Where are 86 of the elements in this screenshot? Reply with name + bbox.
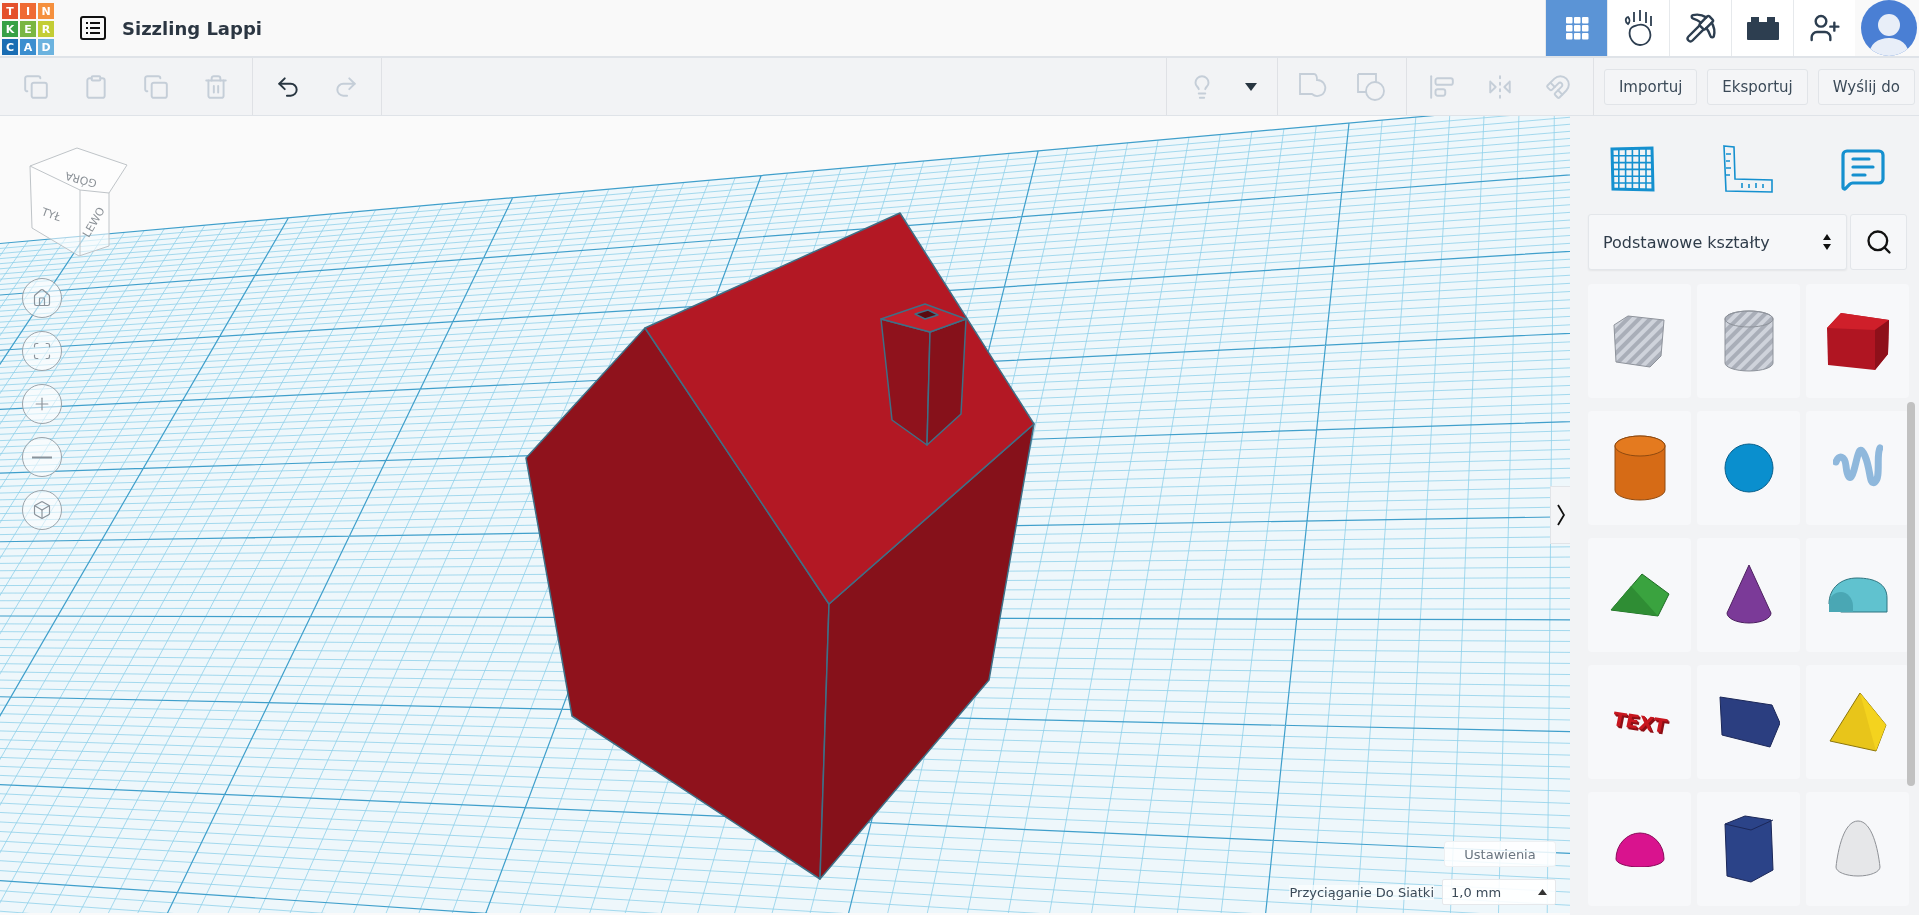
settings-button[interactable]: Ustawienia <box>1444 841 1556 867</box>
shape-tile[interactable] <box>1697 284 1800 398</box>
magnet-icon <box>1544 73 1571 100</box>
caret-up-icon <box>1538 889 1547 895</box>
action-button[interactable]: Importuj <box>1603 68 1698 105</box>
zoom-out-button[interactable] <box>22 437 62 477</box>
logo-letter: A <box>20 39 36 55</box>
shape-tile[interactable]: TEXT <box>1588 665 1691 779</box>
fit-button[interactable] <box>22 331 62 371</box>
shape-tile[interactable] <box>1806 538 1909 652</box>
copy-icon <box>23 73 49 100</box>
tinker-nav-button[interactable] <box>1607 0 1669 56</box>
logo-letter: D <box>38 39 54 55</box>
action-button[interactable]: Wyślij do <box>1817 68 1915 105</box>
caret-icon <box>1244 82 1257 91</box>
ruler-button[interactable] <box>1721 144 1774 194</box>
roof-shape-icon <box>1608 572 1671 618</box>
duplicate-icon <box>143 73 169 100</box>
clipboard-icon <box>83 73 109 100</box>
chevron-right-icon <box>1556 504 1565 526</box>
fit-view-icon <box>32 341 52 361</box>
design-title[interactable]: Sizzling Lappi <box>122 17 1545 39</box>
shape-tile[interactable] <box>1806 411 1909 525</box>
add-user-icon <box>1808 12 1841 44</box>
paraboloid-shape-icon <box>1833 819 1882 879</box>
logo-letter: I <box>20 3 36 19</box>
shape-tile[interactable] <box>1806 792 1909 906</box>
pickaxe-nav-button[interactable] <box>1669 0 1731 56</box>
zoom-in-button[interactable] <box>22 384 62 424</box>
home-icon <box>32 288 52 308</box>
zoom-out-icon <box>32 455 52 459</box>
align-left-icon <box>1428 73 1455 100</box>
cube-face-label: TYŁ <box>39 205 63 225</box>
logo-letter: K <box>2 21 18 37</box>
list-icon <box>80 16 106 40</box>
box-shape-icon <box>1824 310 1891 372</box>
tinkercad-logo[interactable]: T I N K E R C A D <box>2 3 54 55</box>
pickaxe-icon <box>1684 12 1717 44</box>
shape-tile[interactable] <box>1806 284 1909 398</box>
shape-tile[interactable] <box>1588 792 1691 906</box>
scrollbar[interactable] <box>1907 402 1915 786</box>
shape-category-select[interactable]: Podstawowe kształty <box>1588 214 1847 270</box>
cylinder-shape-icon <box>1612 434 1667 502</box>
half-sphere-shape-icon <box>1613 831 1666 867</box>
snap-grid-select[interactable]: 1,0 mm <box>1442 879 1556 905</box>
shape-tile[interactable] <box>1697 665 1800 779</box>
logo-letter: E <box>20 21 36 37</box>
shape-tile[interactable] <box>1697 792 1800 906</box>
cylinder-hole-shape-icon <box>1721 309 1776 373</box>
workplane-button[interactable] <box>1610 146 1656 192</box>
prism-shape-icon <box>1717 695 1780 749</box>
collapse-panel-button[interactable] <box>1550 486 1570 544</box>
text-shape-label: TEXT <box>1612 707 1667 737</box>
action-button[interactable]: Eksportuj <box>1707 68 1808 105</box>
shape-tile[interactable] <box>1588 284 1691 398</box>
snap-value: 1,0 mm <box>1451 884 1502 900</box>
logo-letter: T <box>2 3 18 19</box>
sort-caret-icon <box>1822 233 1832 251</box>
avatar[interactable] <box>1861 0 1917 56</box>
cube-face-label: GÓRA <box>64 168 99 190</box>
add-user-nav-button[interactable] <box>1793 0 1855 56</box>
mirror-icon <box>1486 73 1513 100</box>
perspective-button[interactable] <box>22 490 62 530</box>
category-value: Podstawowe kształty <box>1603 232 1770 252</box>
workplane-grid-icon <box>1610 146 1656 192</box>
cube-icon <box>32 500 52 520</box>
search-icon <box>1864 228 1893 256</box>
logo-letter: R <box>38 21 54 37</box>
ruler-icon <box>1721 144 1774 194</box>
brick-nav-button[interactable] <box>1731 0 1793 56</box>
shape-tile[interactable] <box>1588 538 1691 652</box>
cone-shape-icon <box>1724 563 1773 627</box>
search-button[interactable] <box>1850 214 1907 270</box>
shape-tile[interactable] <box>1697 411 1800 525</box>
shape-tile[interactable] <box>1806 665 1909 779</box>
snap-grid-label: Przyciąganie Do Siatki <box>1289 884 1434 900</box>
shape-tile[interactable] <box>1588 411 1691 525</box>
shape-tile[interactable] <box>1697 538 1800 652</box>
home-button[interactable] <box>22 278 62 318</box>
sphere-shape-icon <box>1722 442 1775 494</box>
logo-letter: N <box>38 3 54 19</box>
pyramid-shape-icon <box>1827 691 1888 753</box>
logo-letter: C <box>2 39 18 55</box>
brick-icon <box>1745 15 1780 41</box>
polygon-shape-icon <box>1722 814 1775 884</box>
trash-icon <box>203 73 229 100</box>
